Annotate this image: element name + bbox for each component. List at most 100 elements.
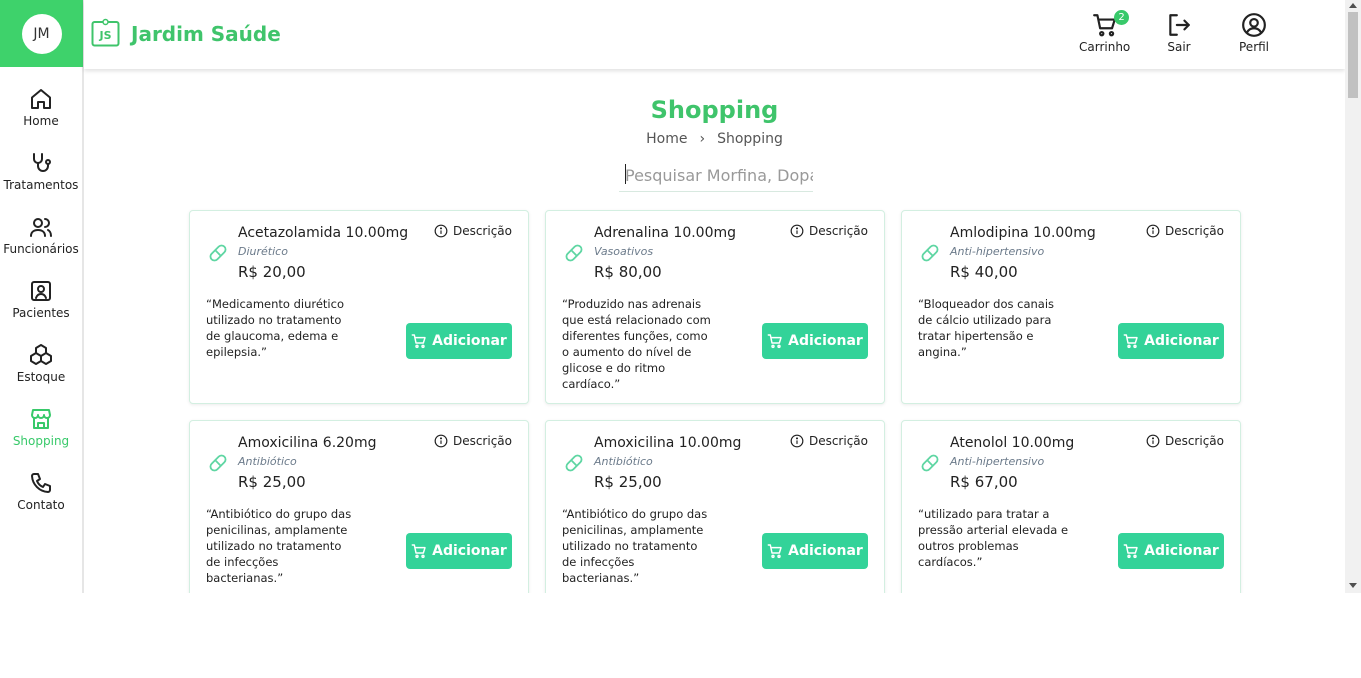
add-to-cart-button[interactable]: Adicionar <box>762 533 868 569</box>
sidebar-item-home[interactable]: Home <box>0 87 82 128</box>
description-button[interactable]: Descrição <box>1146 224 1224 238</box>
description-label: Descrição <box>452 434 512 448</box>
breadcrumb-current: Shopping <box>717 131 783 147</box>
description-button[interactable]: Descrição <box>1146 434 1224 448</box>
info-icon <box>790 224 804 238</box>
pill-icon <box>565 454 583 472</box>
cart-icon <box>1123 544 1138 559</box>
product-category: Anti-hipertensivo <box>950 455 1045 468</box>
description-label: Descrição <box>1164 224 1224 238</box>
page-scrollbar[interactable] <box>1345 0 1361 593</box>
product-description: “Bloqueador dos canais de cálcio utiliza… <box>918 297 1055 359</box>
description-button[interactable]: Descrição <box>434 434 512 448</box>
brand-name[interactable]: Jardim Saúde <box>131 22 281 46</box>
pill-icon <box>209 244 227 262</box>
cart-icon <box>767 334 782 349</box>
scroll-thumb[interactable] <box>1348 12 1358 98</box>
product-category: Vasoativos <box>594 245 654 258</box>
description-label: Descrição <box>808 434 868 448</box>
search-input[interactable] <box>619 160 813 192</box>
logo-text: JS <box>98 29 111 42</box>
product-description: “Antibiótico do grupo das penicilinas, a… <box>562 507 708 585</box>
sidebar-item-label: Funcionários <box>3 242 79 256</box>
product-name: Amoxicilina 6.20mg <box>238 435 377 451</box>
product-name: Atenolol 10.00mg <box>950 435 1075 451</box>
pill-icon <box>921 244 939 262</box>
product-price: R$ 25,00 <box>594 473 662 491</box>
product-name: Acetazolamida 10.00mg <box>238 225 409 241</box>
logout-icon <box>1169 14 1190 36</box>
logout-label: Sair <box>1167 40 1191 54</box>
sidebar-item-shopping[interactable]: Shopping <box>0 407 82 448</box>
sidebar-item-estoque[interactable]: Estoque <box>0 343 82 384</box>
stethoscope-icon <box>33 153 51 172</box>
cart-icon <box>767 544 782 559</box>
cart-icon <box>1123 334 1138 349</box>
product-category: Diurético <box>238 245 288 258</box>
sidebar-item-contato[interactable]: Contato <box>0 471 82 512</box>
pill-icon <box>921 454 939 472</box>
add-label: Adicionar <box>788 543 863 559</box>
sidebar-item-label: Shopping <box>12 434 70 448</box>
profile-button[interactable]: Perfil <box>1239 12 1269 54</box>
add-label: Adicionar <box>432 543 507 559</box>
add-label: Adicionar <box>432 333 507 349</box>
add-to-cart-button[interactable]: Adicionar <box>406 323 512 359</box>
product-name: Amoxicilina 10.00mg <box>594 435 742 451</box>
sidebar-item-tratamentos[interactable]: Tratamentos <box>0 151 82 192</box>
patient-icon <box>31 281 51 301</box>
store-icon <box>31 409 51 429</box>
product-card: Amoxicilina 6.20mg Antibiótico R$ 25,00 Des… <box>189 420 529 593</box>
sidebar-item-label: Tratamentos <box>3 178 79 192</box>
profile-icon <box>1242 13 1266 37</box>
add-to-cart-button[interactable]: Adicionar <box>406 533 512 569</box>
description-button[interactable]: Descrição <box>790 224 868 238</box>
breadcrumb-home-link[interactable]: Home <box>646 131 687 147</box>
add-to-cart-button[interactable]: Adicionar <box>1118 323 1224 359</box>
description-button[interactable]: Descrição <box>790 434 868 448</box>
sidebar-item-pacientes[interactable]: Pacientes <box>0 279 82 320</box>
product-price: R$ 67,00 <box>950 473 1018 491</box>
boxes-icon <box>30 344 52 365</box>
breadcrumb-separator-icon: › <box>699 131 706 147</box>
home-icon <box>31 89 51 109</box>
sidebar: JM Home Tratamentos Funcionários Pacient… <box>0 0 84 593</box>
info-icon <box>434 224 448 238</box>
scroll-down-arrow-icon[interactable] <box>1349 583 1357 588</box>
description-label: Descrição <box>1164 434 1224 448</box>
product-name: Adrenalina 10.00mg <box>594 225 737 241</box>
product-price: R$ 20,00 <box>238 263 306 281</box>
description-button[interactable]: Descrição <box>434 224 512 238</box>
product-description: “Antibiótico do grupo das penicilinas, a… <box>206 507 352 585</box>
cart-button[interactable]: 2 Carrinho <box>1079 10 1130 54</box>
page-title: Shopping <box>650 96 779 124</box>
product-category: Antibiótico <box>594 455 653 468</box>
product-category: Anti-hipertensivo <box>950 245 1045 258</box>
product-category: Antibiótico <box>238 455 297 468</box>
pill-icon <box>209 454 227 472</box>
logo-icon[interactable]: JS <box>91 18 120 47</box>
add-to-cart-button[interactable]: Adicionar <box>762 323 868 359</box>
scroll-up-arrow-icon[interactable] <box>1349 3 1357 8</box>
info-icon <box>790 434 804 448</box>
cart-count-badge: 2 <box>1114 10 1129 25</box>
avatar[interactable]: JM <box>21 13 62 54</box>
add-to-cart-button[interactable]: Adicionar <box>1118 533 1224 569</box>
product-price: R$ 80,00 <box>594 263 662 281</box>
sidebar-item-funcionarios[interactable]: Funcionários <box>0 215 82 256</box>
text-cursor <box>625 164 626 184</box>
product-price: R$ 25,00 <box>238 473 306 491</box>
sidebar-item-label: Estoque <box>16 370 66 384</box>
info-icon <box>1146 224 1160 238</box>
avatar-area: JM <box>0 0 83 67</box>
description-label: Descrição <box>808 224 868 238</box>
info-icon <box>1146 434 1160 448</box>
logout-button[interactable]: Sair <box>1166 12 1192 54</box>
product-card: Adrenalina 10.00mg Vasoativos R$ 80,00 Desc… <box>545 210 885 404</box>
info-icon <box>434 434 448 448</box>
cart-icon <box>411 334 426 349</box>
sidebar-item-label: Home <box>23 114 59 128</box>
product-card: Amoxicilina 10.00mg Antibiótico R$ 25,00 De… <box>545 420 885 593</box>
breadcrumb: Home › Shopping <box>84 131 1345 147</box>
cart-icon <box>411 544 426 559</box>
